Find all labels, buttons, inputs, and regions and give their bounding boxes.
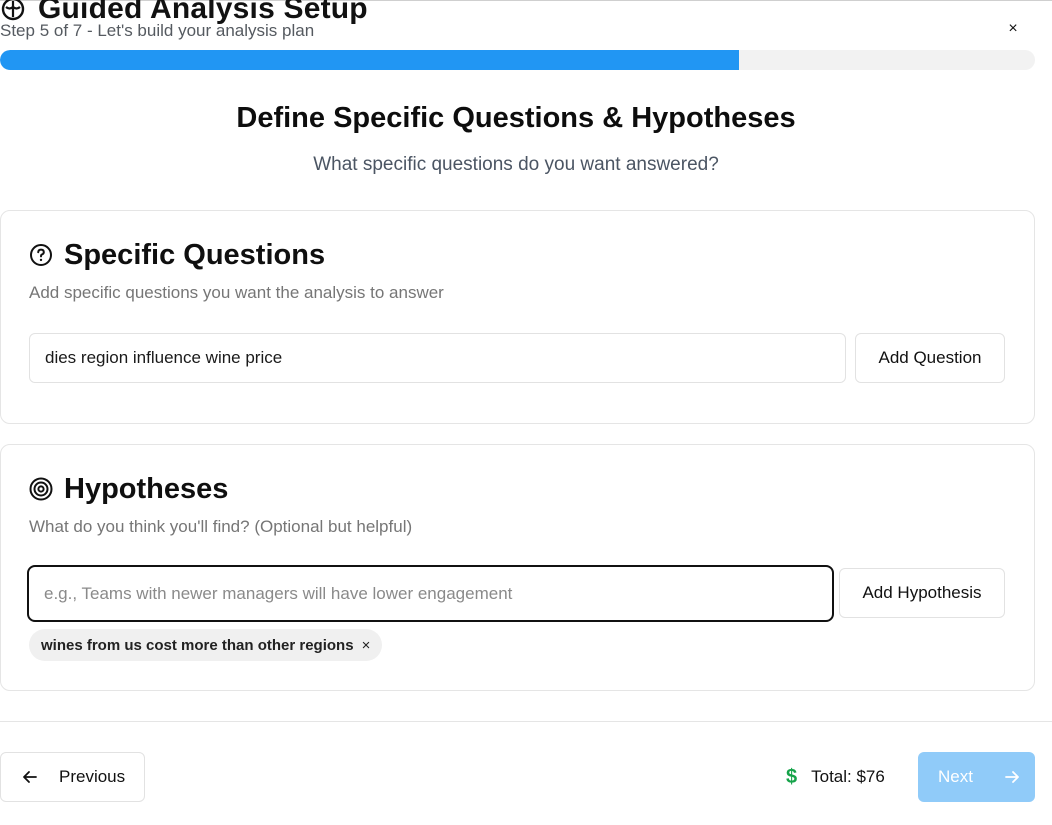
previous-button[interactable]: Previous: [0, 752, 145, 802]
total-cost: $ Total: $76: [786, 765, 885, 789]
arrow-left-icon: [23, 771, 37, 783]
arrow-right-icon: [1005, 771, 1019, 783]
add-question-button[interactable]: Add Question: [855, 333, 1005, 383]
progress-bar: [0, 50, 1035, 70]
next-button[interactable]: Next: [918, 752, 1035, 802]
hypothesis-chip: wines from us cost more than other regio…: [29, 629, 383, 661]
hypothesis-input[interactable]: [27, 565, 834, 622]
question-circle-icon: [30, 244, 52, 266]
dollar-icon: $: [786, 765, 798, 788]
brain-icon: [1, 0, 25, 21]
page-subtitle: What specific questions do you want answ…: [313, 154, 719, 175]
questions-description: Add specific questions you want the anal…: [29, 283, 444, 302]
total-label: Total: $76: [811, 767, 885, 786]
target-icon: [29, 477, 53, 501]
questions-header: Specific Questions: [29, 237, 325, 273]
page-title: Define Specific Questions & Hypotheses: [236, 102, 796, 134]
hypotheses-header: Hypotheses: [29, 471, 228, 507]
hypotheses-description: What do you think you'll find? (Optional…: [29, 517, 413, 536]
progress-fill: [0, 50, 739, 70]
hypothesis-chip-label: wines from us cost more than other regio…: [41, 636, 354, 654]
hypotheses-card: Hypotheses What do you think you'll find…: [0, 444, 1035, 691]
add-hypothesis-button[interactable]: Add Hypothesis: [839, 568, 1005, 618]
previous-label: Previous: [59, 767, 126, 786]
questions-title: Specific Questions: [64, 238, 326, 271]
hypotheses-title: Hypotheses: [64, 472, 229, 505]
footer-divider: [0, 721, 1052, 722]
next-label: Next: [938, 767, 973, 786]
step-indicator: Step 5 of 7 - Let's build your analysis …: [0, 21, 315, 40]
close-button[interactable]: ×: [1004, 20, 1022, 38]
dialog-header: Guided Analysis Setup Step 5 of 7 - Let'…: [0, 0, 1052, 46]
question-input[interactable]: [29, 333, 846, 383]
questions-card: Specific Questions Add specific question…: [0, 210, 1035, 424]
remove-hypothesis-icon[interactable]: ×: [362, 637, 371, 654]
